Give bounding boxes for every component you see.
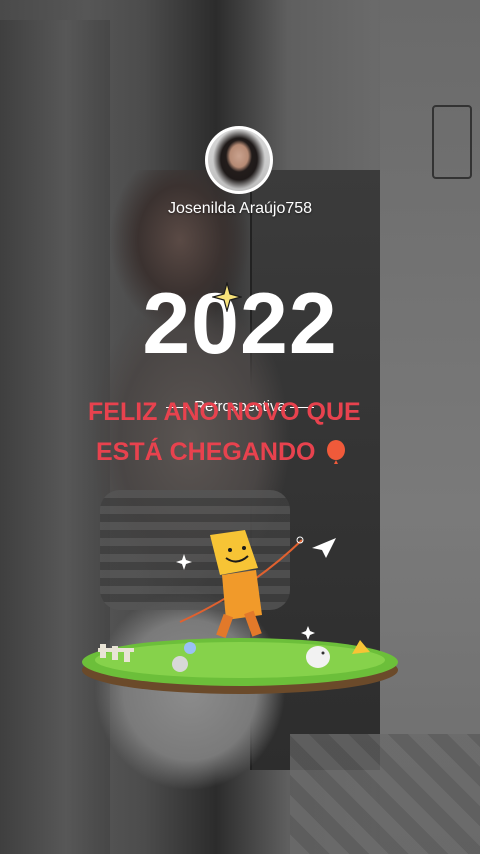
greeting-line-2: ESTÁ CHEGANDO	[0, 432, 480, 472]
avatar[interactable]	[205, 126, 273, 194]
username[interactable]: Josenilda Araújo758	[0, 200, 480, 218]
balloon-icon	[327, 440, 346, 465]
paper-plane-icon	[312, 538, 336, 558]
greeting-message: FELIZ ANO NOVO QUE ESTÁ CHEGANDO	[0, 392, 480, 472]
greeting-line-1: FELIZ ANO NOVO QUE	[88, 398, 361, 426]
sparkle-icon	[212, 282, 242, 312]
background-shelf	[432, 105, 472, 179]
avatar-image	[208, 129, 270, 191]
background-floor	[290, 734, 480, 854]
mascot-island-illustration	[82, 530, 398, 694]
greeting-line-2-text: ESTÁ CHEGANDO	[96, 438, 316, 466]
